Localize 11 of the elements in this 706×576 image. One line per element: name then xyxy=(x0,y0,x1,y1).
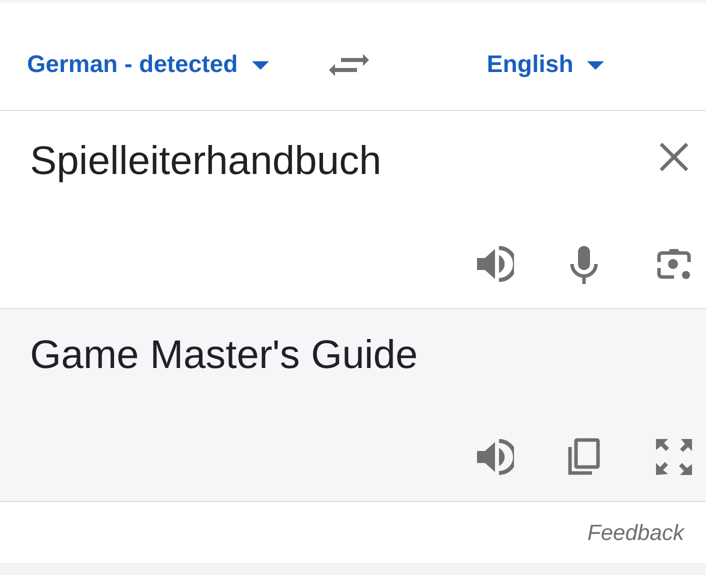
expand-icon[interactable] xyxy=(654,437,694,477)
source-language-dropdown[interactable]: German - detected xyxy=(27,51,269,79)
source-text[interactable]: Spielleiterhandbuch xyxy=(30,139,382,184)
target-language-dropdown[interactable]: English xyxy=(486,51,604,79)
caret-icon xyxy=(252,60,269,70)
speaker-icon[interactable] xyxy=(474,244,514,284)
close-icon[interactable] xyxy=(658,141,690,173)
speaker-icon[interactable] xyxy=(474,437,514,477)
caret-icon xyxy=(587,60,604,70)
translated-text: Game Master's Guide xyxy=(30,333,418,378)
feedback-link[interactable]: Feedback xyxy=(581,518,690,546)
